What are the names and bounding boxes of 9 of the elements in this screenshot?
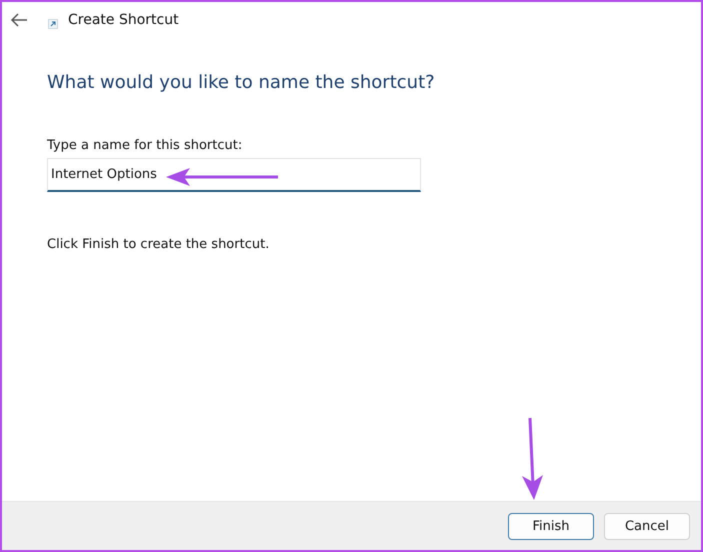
page-heading: What would you like to name the shortcut? xyxy=(47,72,436,93)
field-label: Type a name for this shortcut: xyxy=(47,138,244,153)
cancel-button[interactable]: Cancel xyxy=(604,512,690,540)
back-arrow-icon[interactable] xyxy=(10,13,28,27)
window-title: Create Shortcut xyxy=(68,12,179,28)
instruction-text: Click Finish to create the shortcut. xyxy=(47,237,270,252)
name-input-field[interactable]: Internet Options xyxy=(47,158,421,192)
shortcut-icon xyxy=(48,19,58,29)
finish-button[interactable]: Finish xyxy=(508,512,594,540)
